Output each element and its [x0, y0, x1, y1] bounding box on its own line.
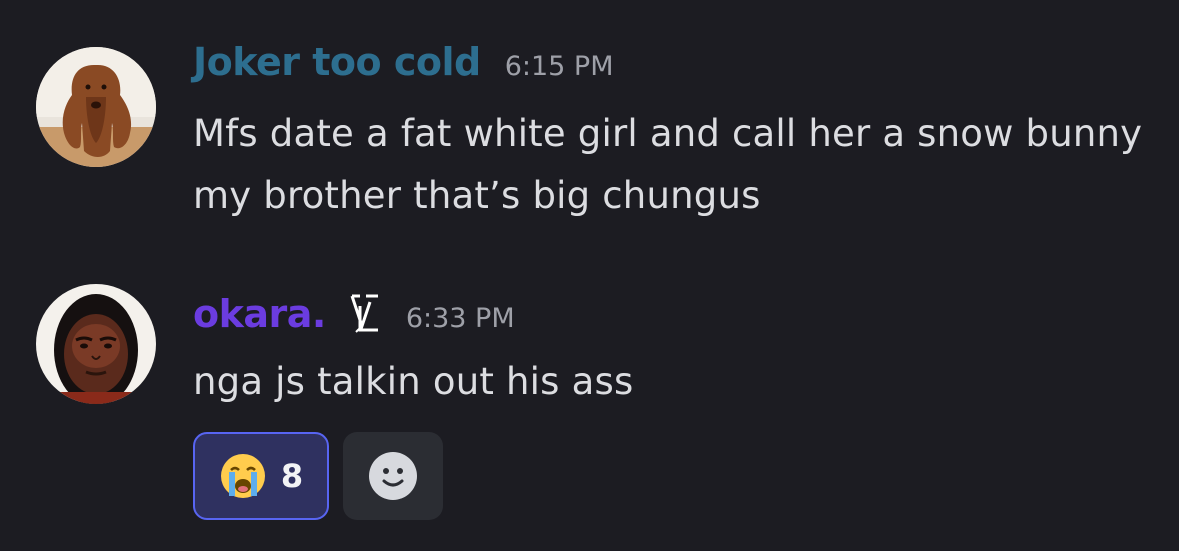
timestamp[interactable]: 6:15 PM — [505, 51, 614, 82]
message-header: okara. 6:33 PM — [193, 292, 515, 336]
username[interactable]: okara. — [193, 292, 326, 336]
user-avatar[interactable] — [36, 47, 156, 167]
timestamp[interactable]: 6:33 PM — [406, 303, 515, 334]
reaction-loudly-crying-face[interactable]: 8 — [193, 432, 329, 520]
message-item: Joker too cold 6:15 PM Mfs date a fat wh… — [0, 0, 1179, 260]
bloodhound-dog-avatar-icon — [36, 47, 156, 167]
reactions-bar: 8 — [193, 432, 443, 520]
add-reaction-button[interactable] — [343, 432, 443, 520]
loudly-crying-face-icon — [220, 454, 265, 498]
message-header: Joker too cold 6:15 PM — [193, 40, 614, 84]
message-content: nga js talkin out his ass — [193, 360, 634, 403]
message-item: okara. 6:33 PM nga js talkin out his ass — [0, 270, 1179, 551]
reaction-count: 8 — [280, 457, 304, 495]
smiley-face-icon — [369, 452, 417, 500]
lv-monogram-icon[interactable] — [348, 292, 382, 336]
message-content: Mfs date a fat white girl and call her a… — [193, 112, 1143, 217]
username[interactable]: Joker too cold — [193, 40, 481, 84]
person-portrait-avatar-icon — [36, 284, 156, 404]
user-avatar[interactable] — [36, 284, 156, 404]
